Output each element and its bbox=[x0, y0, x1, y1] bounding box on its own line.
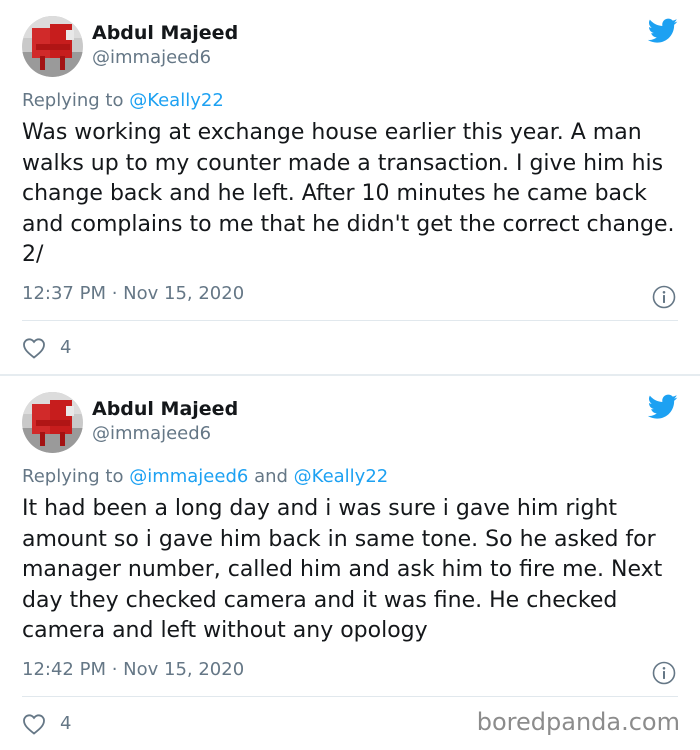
author-name[interactable]: Abdul Majeed bbox=[92, 398, 238, 420]
tweet-text: It had been a long day and i was sure i … bbox=[22, 496, 663, 643]
tweet-timestamp[interactable]: 12:37 PM · Nov 15, 2020 bbox=[22, 283, 244, 304]
twitter-bird-icon[interactable] bbox=[648, 18, 678, 44]
reply-context: Replying to @immajeed6 and @Keally22 bbox=[22, 466, 388, 487]
heart-icon[interactable] bbox=[22, 337, 46, 359]
reply-prefix: Replying to bbox=[22, 466, 130, 487]
author-handle[interactable]: @immajeed6 bbox=[92, 47, 211, 68]
divider bbox=[22, 696, 678, 697]
tweet-card[interactable]: Abdul Majeed @immajeed6 Replying to @Kea… bbox=[0, 0, 700, 374]
tweet-timestamp[interactable]: 12:42 PM · Nov 15, 2020 bbox=[22, 659, 244, 680]
mention-link[interactable]: @Keally22 bbox=[294, 466, 389, 487]
watermark: boredpanda.com bbox=[476, 708, 680, 736]
heart-icon[interactable] bbox=[22, 713, 46, 735]
like-count: 4 bbox=[60, 713, 72, 734]
author-handle[interactable]: @immajeed6 bbox=[92, 423, 211, 444]
divider bbox=[22, 320, 678, 321]
reply-context: Replying to @Keally22 bbox=[22, 90, 224, 111]
twitter-bird-icon[interactable] bbox=[648, 394, 678, 420]
mention-link[interactable]: @immajeed6 bbox=[129, 466, 248, 487]
author-name[interactable]: Abdul Majeed bbox=[92, 22, 238, 44]
info-icon[interactable] bbox=[652, 661, 676, 685]
reply-prefix: Replying to bbox=[22, 90, 130, 111]
info-icon[interactable] bbox=[652, 285, 676, 309]
like-count: 4 bbox=[60, 337, 72, 358]
avatar[interactable] bbox=[22, 392, 83, 453]
mention-link[interactable]: @Keally22 bbox=[129, 90, 224, 111]
avatar[interactable] bbox=[22, 16, 83, 77]
tweet-text: Was working at exchange house earlier th… bbox=[22, 120, 675, 267]
tweet-card[interactable]: Abdul Majeed @immajeed6 Replying to @imm… bbox=[0, 376, 700, 750]
reply-joiner: and bbox=[248, 466, 294, 487]
